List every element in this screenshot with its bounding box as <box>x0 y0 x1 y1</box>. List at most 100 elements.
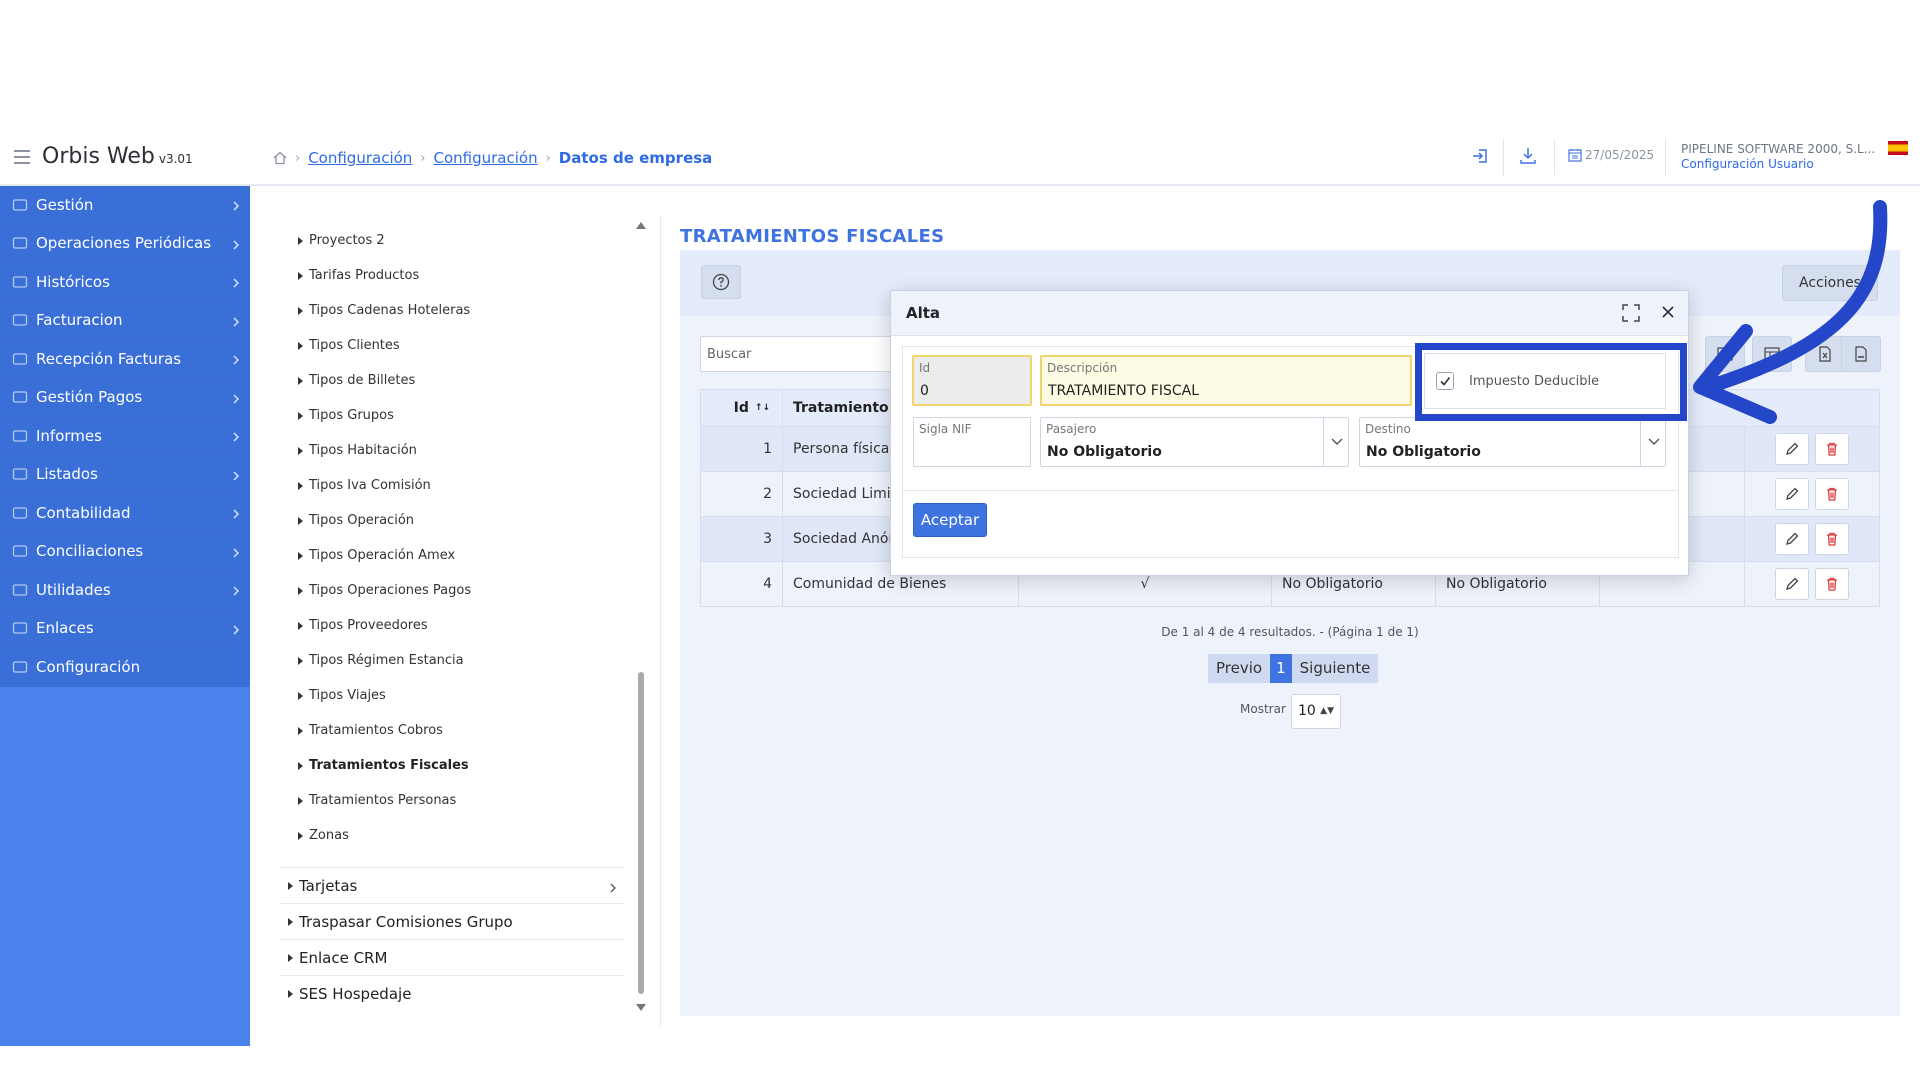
id-field[interactable]: Id 0 <box>912 355 1032 406</box>
tree-item[interactable]: Tipos de Billetes <box>298 373 415 388</box>
config-user-link[interactable]: Configuración Usuario <box>1681 157 1814 171</box>
tree-item[interactable]: Tipos Cadenas Hoteleras <box>298 303 470 318</box>
mostrar-label: Mostrar <box>1240 702 1286 716</box>
tree-item[interactable]: Tipos Habitación <box>298 443 417 458</box>
help-button[interactable] <box>701 265 741 299</box>
edit-button[interactable] <box>1775 433 1809 465</box>
tree-group[interactable]: Tarjetas <box>280 867 625 903</box>
tree-item[interactable]: Tipos Régimen Estancia <box>298 653 464 668</box>
sidebar-item-label: Listados <box>36 465 98 484</box>
caret-right-icon <box>298 411 303 420</box>
header-divider <box>1554 139 1555 175</box>
tree-item[interactable]: Tratamientos Cobros <box>298 723 443 738</box>
tree-item[interactable]: Tipos Grupos <box>298 408 394 423</box>
tree-group[interactable]: SES Hospedaje <box>280 975 625 1011</box>
delete-button[interactable] <box>1815 433 1849 465</box>
search-input[interactable]: Buscar <box>700 336 900 372</box>
tree-item[interactable]: Tipos Iva Comisión <box>298 478 431 493</box>
chevron-right-icon <box>232 237 240 249</box>
tree-item-label: Tipos Operación Amex <box>309 548 456 563</box>
edit-button[interactable] <box>1775 478 1809 510</box>
modal-divider <box>902 490 1679 491</box>
breadcrumb-link-configuracion-2[interactable]: Configuración <box>434 149 538 167</box>
scroll-up-arrow[interactable] <box>636 222 646 229</box>
login-icon[interactable] <box>1470 145 1492 167</box>
sidebar-item-3[interactable]: Facturacion <box>0 301 250 340</box>
highlight-box <box>1415 343 1687 421</box>
destino-select[interactable]: Destino No Obligatorio <box>1359 417 1666 467</box>
tree-item[interactable]: Tarifas Productos <box>298 268 419 283</box>
scroll-down-arrow[interactable] <box>636 1004 646 1011</box>
download-icon[interactable] <box>1517 145 1539 167</box>
delete-button[interactable] <box>1815 523 1849 555</box>
folder-icon <box>12 275 28 289</box>
home-icon[interactable] <box>273 151 287 165</box>
descripcion-label: Descripción <box>1047 361 1118 375</box>
tree-group[interactable]: Traspasar Comisiones Grupo <box>280 903 625 939</box>
column-header-id[interactable]: Id ↑↓ <box>701 390 783 426</box>
tree-item-label: Proyectos 2 <box>309 233 385 248</box>
sigla-nif-field[interactable]: Sigla NIF <box>913 417 1031 467</box>
sidebar-item-11[interactable]: Enlaces <box>0 609 250 648</box>
cell-actions <box>1745 517 1879 561</box>
aceptar-button[interactable]: Aceptar <box>913 503 987 537</box>
tree-item[interactable]: Proyectos 2 <box>298 233 385 248</box>
caret-right-icon <box>298 726 303 735</box>
sidebar-item-10[interactable]: Utilidades <box>0 571 250 610</box>
sidebar-item-6[interactable]: Informes <box>0 417 250 456</box>
edit-button[interactable] <box>1775 568 1809 600</box>
page-size-select[interactable]: 10 ▲▼ <box>1291 694 1341 729</box>
spain-flag-icon[interactable] <box>1888 141 1908 155</box>
caret-right-icon <box>298 656 303 665</box>
sidebar-item-0[interactable]: Gestión <box>0 186 250 225</box>
sidebar-item-label: Conciliaciones <box>36 542 144 561</box>
chevron-right-icon <box>232 314 240 326</box>
close-icon[interactable] <box>1660 304 1676 320</box>
results-summary: De 1 al 4 de 4 resultados. - (Página 1 d… <box>1161 625 1419 639</box>
app-title: Orbis Web v3.01 <box>42 144 193 169</box>
sidebar-item-7[interactable]: Listados <box>0 455 250 494</box>
delete-button[interactable] <box>1815 478 1849 510</box>
bank-icon <box>12 313 28 327</box>
caret-right-icon <box>298 551 303 560</box>
tree-item[interactable]: Tipos Proveedores <box>298 618 428 633</box>
breadcrumb-link-configuracion-1[interactable]: Configuración <box>308 149 412 167</box>
page-title: TRATAMIENTOS FISCALES <box>680 226 945 247</box>
descripcion-field[interactable]: Descripción TRATAMIENTO FISCAL <box>1040 355 1412 406</box>
caret-right-icon <box>298 796 303 805</box>
tree-item[interactable]: Tipos Clientes <box>298 338 400 353</box>
sidebar-item-9[interactable]: Conciliaciones <box>0 532 250 571</box>
tree-item[interactable]: Tratamientos Fiscales <box>298 758 469 773</box>
sidebar-item-8[interactable]: Contabilidad <box>0 494 250 533</box>
tree-item[interactable]: Tipos Operación <box>298 513 414 528</box>
chevron-right-icon <box>232 468 240 480</box>
tree-item[interactable]: Zonas <box>298 828 349 843</box>
scrollbar-thumb[interactable] <box>638 672 644 994</box>
sidebar-item-5[interactable]: Gestión Pagos <box>0 378 250 417</box>
delete-button[interactable] <box>1815 568 1849 600</box>
next-page-button[interactable]: Siguiente <box>1291 654 1379 683</box>
pasajero-select[interactable]: Pasajero No Obligatorio <box>1040 417 1349 467</box>
previous-page-button[interactable]: Previo <box>1208 654 1271 683</box>
tree-item-label: Tipos Viajes <box>309 688 386 703</box>
maximize-icon[interactable] <box>1621 303 1641 323</box>
tree-group[interactable]: Enlace CRM <box>280 939 625 975</box>
sidebar-item-2[interactable]: Históricos <box>0 263 250 302</box>
app-name: Orbis Web <box>42 144 155 169</box>
select-divider <box>1640 418 1641 466</box>
breadcrumb: › Configuración › Configuración › Datos … <box>273 149 712 167</box>
caret-right-icon <box>298 271 303 280</box>
cell-id: 4 <box>701 562 783 606</box>
tree-item[interactable]: Tipos Viajes <box>298 688 386 703</box>
hamburger-icon[interactable] <box>14 150 30 164</box>
tree-item[interactable]: Tipos Operaciones Pagos <box>298 583 471 598</box>
chevron-right-icon <box>232 545 240 557</box>
sort-icon[interactable]: ↑↓ <box>755 403 770 413</box>
tree-item[interactable]: Tratamientos Personas <box>298 793 456 808</box>
sidebar-item-1[interactable]: Operaciones Periódicas <box>0 224 250 263</box>
sidebar-item-4[interactable]: Recepción Facturas <box>0 340 250 379</box>
edit-button[interactable] <box>1775 523 1809 555</box>
current-page-button[interactable]: 1 <box>1270 654 1292 683</box>
sidebar-item-12[interactable]: Configuración <box>0 648 250 687</box>
tree-item[interactable]: Tipos Operación Amex <box>298 548 455 563</box>
